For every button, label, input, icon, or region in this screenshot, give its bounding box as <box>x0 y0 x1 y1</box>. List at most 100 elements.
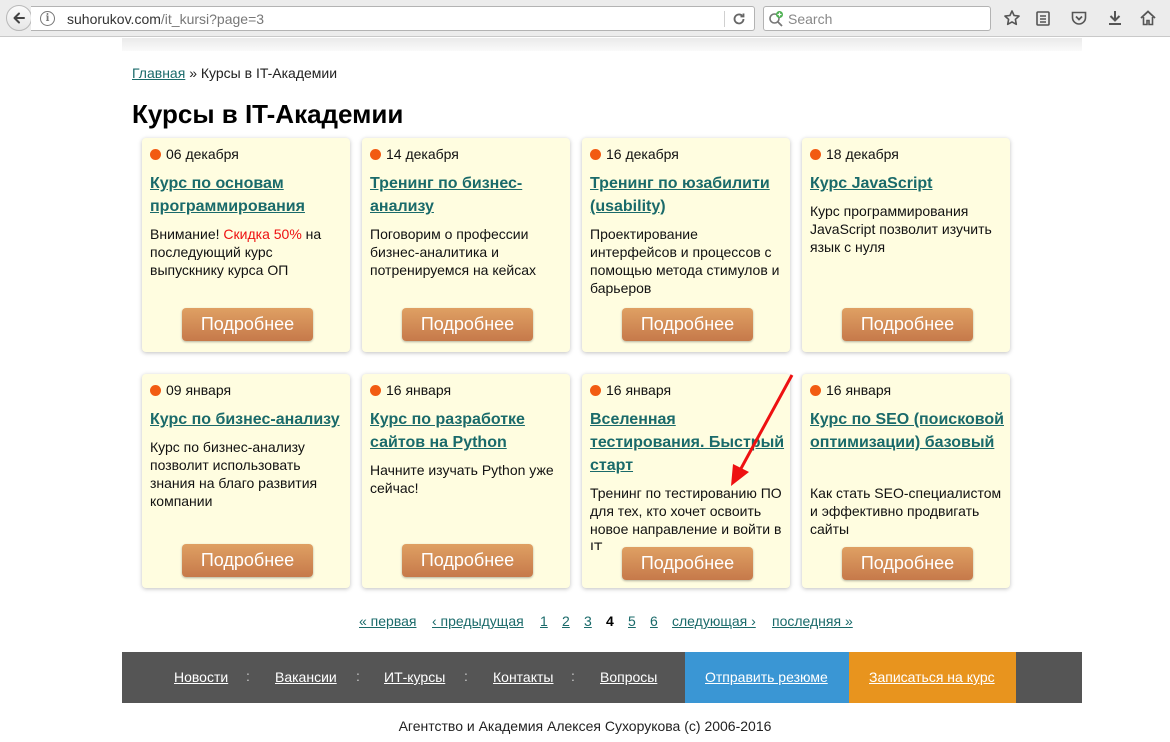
enroll-block[interactable]: Записаться на курс <box>849 652 1016 703</box>
date-dot-icon <box>810 148 821 160</box>
course-date-text: 06 декабря <box>166 146 239 162</box>
footer-separator: : <box>356 668 360 684</box>
pager-page[interactable]: 6 <box>650 613 658 629</box>
course-date: 16 января <box>370 382 451 398</box>
send-resume-block[interactable]: Отправить резюме <box>685 652 849 703</box>
pager-page[interactable]: 2 <box>562 613 570 629</box>
reader-button[interactable] <box>1032 7 1054 29</box>
footer-menu: Новости : Вакансии : ИТ-курсы : Контакты… <box>122 652 1082 703</box>
download-button[interactable] <box>1104 7 1126 29</box>
course-description: Курс по бизнес-анализу позволит использо… <box>150 439 318 509</box>
course-date: 16 января <box>590 382 671 398</box>
more-button[interactable]: Подробнее <box>842 308 973 341</box>
pager-page[interactable]: 1 <box>540 613 548 629</box>
pager-current-page: 4 <box>606 613 614 629</box>
course-date: 14 декабря <box>370 146 459 162</box>
back-button[interactable] <box>6 5 32 31</box>
home-button[interactable] <box>1137 7 1159 29</box>
date-dot-icon <box>150 384 161 396</box>
breadcrumb-separator: » <box>189 65 197 81</box>
footer-link-vacancies[interactable]: Вакансии <box>275 669 337 685</box>
pager-page[interactable]: 3 <box>584 613 592 629</box>
url-separator <box>724 11 725 27</box>
pager-prev[interactable]: ‹ предыдущая <box>432 613 524 629</box>
back-arrow-icon <box>13 12 25 24</box>
footer-link-questions[interactable]: Вопросы <box>600 669 657 685</box>
course-card: 14 декабря Тренинг по бизнес-анализу Пог… <box>362 138 570 352</box>
course-date: 09 января <box>150 382 231 398</box>
pocket-button[interactable] <box>1068 7 1090 29</box>
header-strip <box>122 38 1082 51</box>
desc-text: Внимание! <box>150 226 224 242</box>
pagination: « первая ‹ предыдущая 1 2 3 4 5 6 следую… <box>0 613 1170 633</box>
page-title: Курсы в IT-Академии <box>132 99 404 129</box>
copyright: Агентство и Академия Алексея Сухорукова … <box>398 718 772 734</box>
course-date-text: 16 декабря <box>606 146 679 162</box>
footer-link-it-courses[interactable]: ИТ-курсы <box>384 669 445 685</box>
footer-separator: : <box>571 668 575 684</box>
course-card: 09 января Курс по бизнес-анализу Курс по… <box>142 374 350 588</box>
bookmark-star-icon <box>1004 10 1020 26</box>
info-icon[interactable]: i <box>40 11 55 26</box>
course-date: 06 декабря <box>150 146 239 162</box>
browser-toolbar: i suhorukov.com/it_kursi?page=3 Search <box>0 0 1170 37</box>
more-button[interactable]: Подробнее <box>622 308 753 341</box>
date-dot-icon <box>590 148 601 160</box>
course-card: 16 января Курс по разработке сайтов на P… <box>362 374 570 588</box>
date-dot-icon <box>150 148 161 160</box>
footer-link-news[interactable]: Новости <box>174 669 228 685</box>
reader-icon <box>1036 11 1050 26</box>
breadcrumb-home-link[interactable]: Главная <box>132 65 185 81</box>
more-button[interactable]: Подробнее <box>622 547 753 580</box>
date-dot-icon <box>590 384 601 396</box>
search-engine-icon[interactable] <box>767 10 785 28</box>
pager-first[interactable]: « первая <box>359 613 416 629</box>
course-description: Поговорим о профессии бизнес-аналитика и… <box>370 226 537 278</box>
course-card: 16 января Курс по SEO (поисковой оптимиз… <box>802 374 1010 588</box>
date-dot-icon <box>370 384 381 396</box>
course-card: 16 января Вселенная тестирования. Быстры… <box>582 374 790 588</box>
course-description: Как стать SEO-специалистом и эффективно … <box>810 485 1002 537</box>
course-card: 06 декабря Курс по основам программирова… <box>142 138 350 352</box>
enroll-link[interactable]: Записаться на курс <box>869 669 995 685</box>
course-date-text: 16 января <box>826 382 892 398</box>
pager-last[interactable]: последняя » <box>772 613 853 629</box>
footer-separator: : <box>246 668 250 684</box>
url-bar[interactable]: i suhorukov.com/it_kursi?page=3 <box>31 6 755 31</box>
search-bar[interactable]: Search <box>763 6 991 31</box>
more-button[interactable]: Подробнее <box>402 544 533 577</box>
course-title-link[interactable]: Курс по SEO (поисковой оптимизации) базо… <box>810 408 1005 454</box>
course-date-text: 16 января <box>606 382 672 398</box>
date-dot-icon <box>370 148 381 160</box>
course-card: 18 декабря Курс JavaScript Курс программ… <box>802 138 1010 352</box>
more-button[interactable]: Подробнее <box>842 547 973 580</box>
course-title-link[interactable]: Курс по основам программирования <box>150 172 345 218</box>
course-title-link[interactable]: Курс JavaScript <box>810 172 1005 195</box>
send-resume-link[interactable]: Отправить резюме <box>705 669 828 685</box>
course-title-link[interactable]: Вселенная тестирования. Быстрый старт <box>590 408 785 477</box>
footer-link-contacts[interactable]: Контакты <box>493 669 553 685</box>
bookmark-star-button[interactable] <box>1001 7 1023 29</box>
course-title-link[interactable]: Курс по разработке сайтов на Python <box>370 408 565 454</box>
course-title-link[interactable]: Курс по бизнес-анализу <box>150 408 345 431</box>
reload-icon[interactable] <box>730 10 748 28</box>
course-date: 18 декабря <box>810 146 899 162</box>
course-title-link[interactable]: Тренинг по бизнес-анализу <box>370 172 565 218</box>
course-date-text: 18 декабря <box>826 146 899 162</box>
course-date: 16 января <box>810 382 891 398</box>
pager-next[interactable]: следующая › <box>672 613 756 629</box>
course-title-link[interactable]: Тренинг по юзабилити (usability) <box>590 172 785 218</box>
discount-text: Скидка 50% <box>223 226 302 242</box>
pager-page[interactable]: 5 <box>628 613 636 629</box>
url-path: /it_kursi?page=3 <box>160 11 265 27</box>
url-text[interactable]: suhorukov.com/it_kursi?page=3 <box>67 11 264 27</box>
more-button[interactable]: Подробнее <box>402 308 533 341</box>
more-button[interactable]: Подробнее <box>182 544 313 577</box>
breadcrumb-current: Курсы в IT-Академии <box>200 65 338 81</box>
footer-separator: : <box>464 668 468 684</box>
course-date-text: 09 января <box>166 382 232 398</box>
more-button[interactable]: Подробнее <box>182 308 313 341</box>
course-date-text: 16 января <box>386 382 452 398</box>
course-date-text: 14 декабря <box>386 146 459 162</box>
course-card: 16 декабря Тренинг по юзабилити (usabili… <box>582 138 790 352</box>
